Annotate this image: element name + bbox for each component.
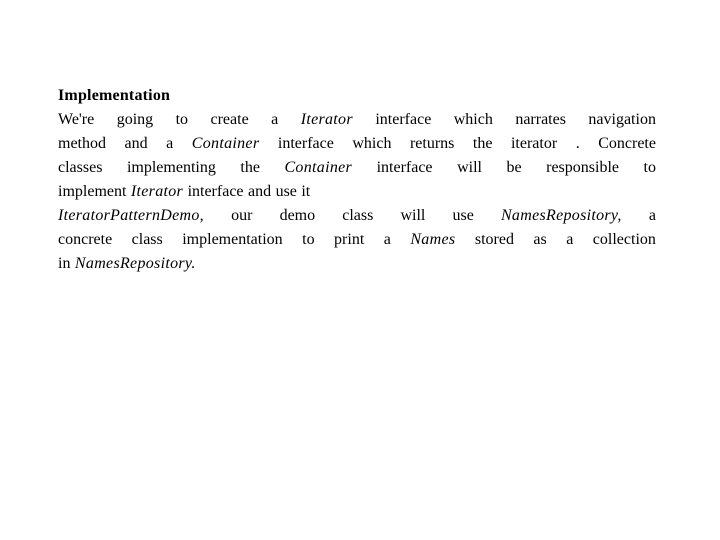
text-word: concrete xyxy=(58,231,113,248)
emphasis-term: Iterator xyxy=(130,183,184,200)
emphasis-term: Names xyxy=(410,231,456,248)
text-word: method xyxy=(58,135,106,152)
emphasis-term: Container xyxy=(191,135,260,152)
text-word: We're xyxy=(58,111,95,128)
text-word: to xyxy=(643,159,656,176)
text-word: in xyxy=(58,255,71,272)
text-word: implementation xyxy=(182,231,283,248)
text-word: collection xyxy=(592,231,656,248)
text-word: which xyxy=(453,111,493,128)
text-word: be xyxy=(506,159,522,176)
text-line: implement Iterator interface and use it xyxy=(58,180,656,204)
text-word: . xyxy=(575,135,580,152)
text-word: use xyxy=(452,207,474,224)
text-word: and xyxy=(247,183,272,200)
text-word: interface xyxy=(376,159,433,176)
text-line: classes implementing the Container interface… xyxy=(58,156,656,180)
text-line: method and a Container interface which returns… xyxy=(58,132,656,156)
text-word: narrates xyxy=(515,111,566,128)
text-line: We're going to create a Iterator interface whic… xyxy=(58,108,656,132)
text-word: implement xyxy=(58,183,127,200)
text-word: use xyxy=(275,183,297,200)
text-word: and xyxy=(124,135,148,152)
text-word: a xyxy=(566,231,574,248)
text-word: to xyxy=(175,111,189,128)
text-word: navigation xyxy=(588,111,656,128)
text-word: as xyxy=(533,231,547,248)
text-word: demo xyxy=(279,207,316,224)
emphasis-term: NamesRepository. xyxy=(74,255,196,272)
text-word: a xyxy=(383,231,391,248)
text-word: iterator xyxy=(510,135,558,152)
body-paragraph: We're going to create a Iterator interface whic… xyxy=(58,108,656,276)
text-word: responsible xyxy=(546,159,619,176)
text-word: interface xyxy=(187,183,244,200)
text-word: print xyxy=(334,231,365,248)
emphasis-term: NamesRepository, xyxy=(500,207,622,224)
text-word: the xyxy=(240,159,260,176)
text-word: a xyxy=(271,111,279,128)
text-word: will xyxy=(400,207,426,224)
text-content-block: Implementation We're going to create a Iterat… xyxy=(58,84,656,276)
page-title: Implementation xyxy=(58,87,171,104)
slide-page: Implementation We're going to create a Iterat… xyxy=(0,0,720,540)
text-word: stored xyxy=(474,231,514,248)
emphasis-term: Container xyxy=(284,159,353,176)
text-word: going xyxy=(116,111,154,128)
text-word: returns xyxy=(409,135,455,152)
text-word: a xyxy=(166,135,174,152)
text-word: class xyxy=(342,207,374,224)
text-word: class xyxy=(131,231,163,248)
text-word: the xyxy=(472,135,493,152)
text-word: classes xyxy=(58,159,103,176)
text-word: a xyxy=(648,207,656,224)
text-word: to xyxy=(302,231,315,248)
text-line: IteratorPatternDemo, our demo class will use N… xyxy=(58,204,656,228)
text-word: implementing xyxy=(126,159,216,176)
text-line: concrete class implementation to print a Names… xyxy=(58,228,656,252)
text-word: Concrete xyxy=(598,135,656,152)
emphasis-term: Iterator xyxy=(300,111,353,128)
text-word: interface xyxy=(277,135,334,152)
text-word: interface xyxy=(375,111,432,128)
text-line: in NamesRepository. xyxy=(58,252,656,276)
text-word: create xyxy=(210,111,249,128)
text-word: will xyxy=(457,159,482,176)
text-word: our xyxy=(231,207,253,224)
emphasis-term: IteratorPatternDemo, xyxy=(58,207,204,224)
text-word: which xyxy=(352,135,392,152)
text-word: it xyxy=(301,183,311,200)
